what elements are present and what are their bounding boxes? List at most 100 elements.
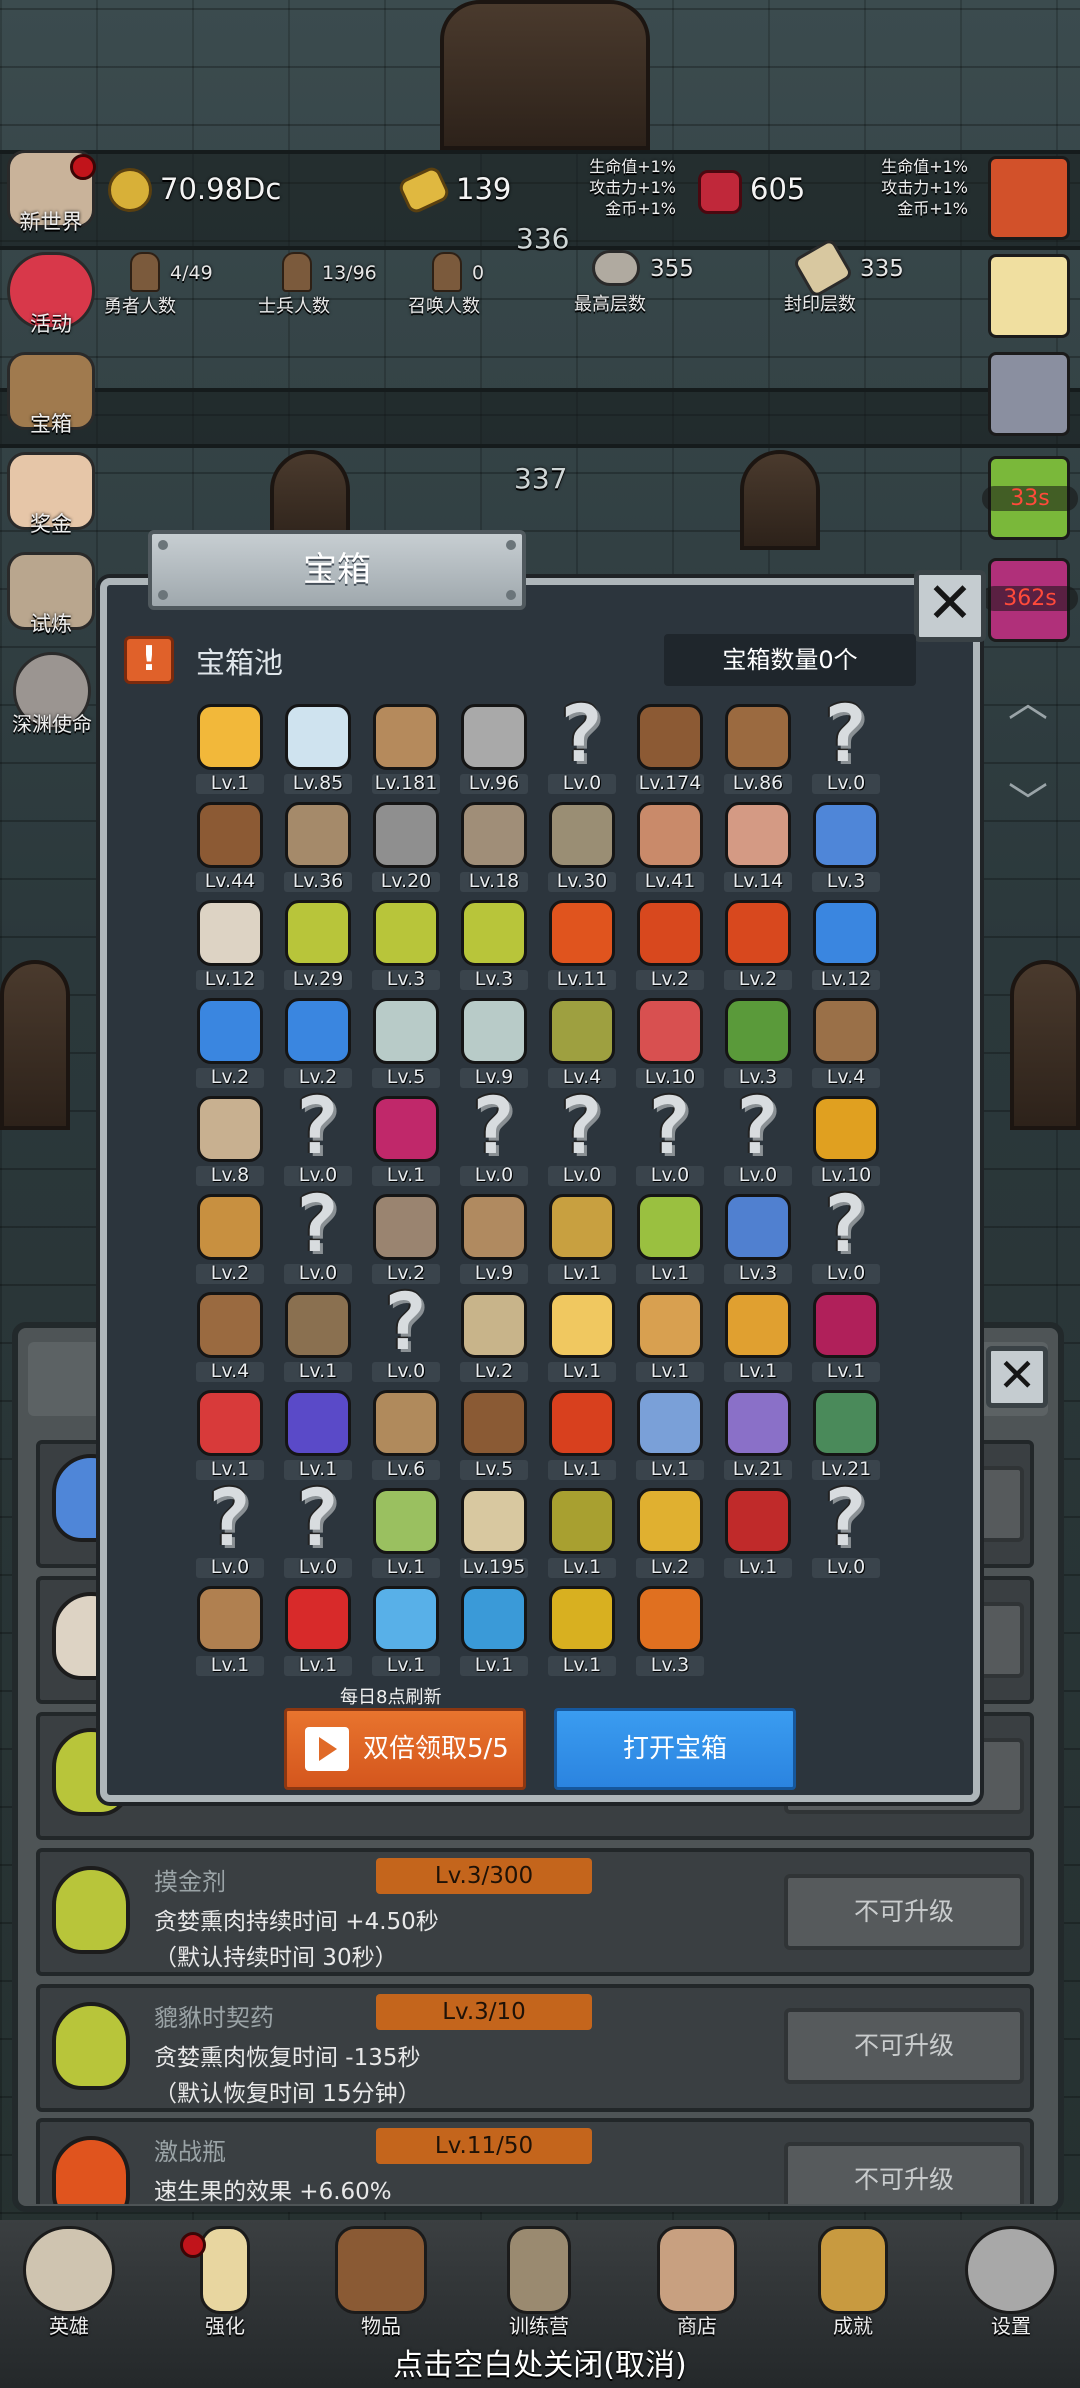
chest-pool-item[interactable]: Lv.44: [186, 798, 274, 896]
chest-pool-item[interactable]: Lv.8: [186, 1092, 274, 1190]
chest-pool-item[interactable]: Lv.1: [626, 1288, 714, 1386]
chest-pool-item[interactable]: Lv.174: [626, 700, 714, 798]
chest-pool-item[interactable]: Lv.0: [538, 1082, 626, 1190]
chest-pool-item[interactable]: Lv.2: [274, 994, 362, 1092]
chest-pool-item[interactable]: Lv.11: [538, 896, 626, 994]
menu-abyss-mission[interactable]: 深渊使命: [0, 652, 104, 737]
dialog-close-button[interactable]: ✕: [914, 570, 986, 642]
chest-pool-item[interactable]: Lv.30: [538, 798, 626, 896]
chest-pool-item[interactable]: Lv.2: [362, 1190, 450, 1288]
chest-pool-item[interactable]: Lv.10: [802, 1092, 890, 1190]
chest-pool-item[interactable]: Lv.1: [186, 1386, 274, 1484]
chest-pool-item[interactable]: Lv.14: [714, 798, 802, 896]
chest-pool-item[interactable]: Lv.3: [714, 994, 802, 1092]
chest-pool-item[interactable]: Lv.0: [450, 1082, 538, 1190]
chest-pool-item[interactable]: Lv.4: [802, 994, 890, 1092]
menu-events[interactable]: 活动: [4, 252, 98, 338]
chest-pool-item[interactable]: Lv.1: [186, 700, 274, 798]
chest-pool-item[interactable]: Lv.0: [274, 1082, 362, 1190]
chest-pool-item[interactable]: Lv.1: [538, 1582, 626, 1680]
chest-pool-item[interactable]: Lv.181: [362, 700, 450, 798]
chest-pool-item[interactable]: Lv.20: [362, 798, 450, 896]
menu-bonus[interactable]: 奖金: [4, 452, 98, 538]
chest-pool-item[interactable]: Lv.0: [802, 690, 890, 798]
nav-settings[interactable]: 设置: [956, 2226, 1066, 2339]
chest-pool-item[interactable]: Lv.9: [450, 994, 538, 1092]
chest-pool-item[interactable]: Lv.4: [186, 1288, 274, 1386]
chest-pool-item[interactable]: Lv.1: [714, 1484, 802, 1582]
chest-pool-item[interactable]: Lv.0: [802, 1180, 890, 1288]
chest-pool-item[interactable]: Lv.0: [802, 1474, 890, 1582]
chest-pool-item[interactable]: Lv.1: [626, 1190, 714, 1288]
nav-items[interactable]: 物品: [326, 2226, 436, 2339]
chest-pool-item[interactable]: Lv.4: [538, 994, 626, 1092]
chest-pool-item[interactable]: Lv.1: [538, 1288, 626, 1386]
chest-pool-item[interactable]: Lv.1: [538, 1386, 626, 1484]
chest-pool-item[interactable]: Lv.9: [450, 1190, 538, 1288]
chest-pool-item[interactable]: Lv.0: [274, 1474, 362, 1582]
chest-pool-item[interactable]: Lv.2: [186, 994, 274, 1092]
chest-pool-item[interactable]: Lv.1: [538, 1484, 626, 1582]
scroll-down-arrow[interactable]: ﹀: [988, 770, 1068, 830]
menu-chest[interactable]: 宝箱: [4, 352, 98, 438]
chest-pool-item[interactable]: Lv.85: [274, 700, 362, 798]
upgrade-panel-close-button[interactable]: ✕: [986, 1346, 1048, 1408]
chest-pool-item[interactable]: Lv.1: [714, 1288, 802, 1386]
double-claim-button[interactable]: 双倍领取5/5: [284, 1708, 526, 1790]
scroll-up-arrow[interactable]: ︿: [988, 670, 1068, 730]
chest-pool-item[interactable]: Lv.2: [186, 1190, 274, 1288]
chest-pool-item[interactable]: Lv.1: [274, 1288, 362, 1386]
chest-pool-item[interactable]: Lv.10: [626, 994, 714, 1092]
nav-achievements[interactable]: 成就: [798, 2226, 908, 2339]
chest-pool-item[interactable]: Lv.86: [714, 700, 802, 798]
meat-boost-icon[interactable]: [988, 352, 1070, 436]
chest-pool-item[interactable]: Lv.0: [538, 690, 626, 798]
chest-pool-item[interactable]: Lv.12: [186, 896, 274, 994]
chest-pool-item[interactable]: Lv.1: [538, 1190, 626, 1288]
nav-training[interactable]: 训练营: [484, 2226, 594, 2339]
chest-pool-item[interactable]: Lv.21: [714, 1386, 802, 1484]
chest-pool-item[interactable]: Lv.21: [802, 1386, 890, 1484]
chest-pool-item[interactable]: Lv.1: [362, 1092, 450, 1190]
chest-pool-item[interactable]: Lv.195: [450, 1484, 538, 1582]
chest-pool-item[interactable]: Lv.0: [714, 1082, 802, 1190]
chest-pool-item[interactable]: Lv.18: [450, 798, 538, 896]
candle-boost-icon[interactable]: [988, 254, 1070, 338]
chest-pool-item[interactable]: Lv.1: [362, 1484, 450, 1582]
open-chest-button[interactable]: 打开宝箱: [554, 1708, 796, 1790]
chest-pool-item[interactable]: Lv.2: [626, 1484, 714, 1582]
peach-boost-icon[interactable]: [988, 156, 1070, 240]
chest-pool-item[interactable]: Lv.29: [274, 896, 362, 994]
chest-pool-item[interactable]: Lv.3: [362, 896, 450, 994]
alert-icon[interactable]: !: [124, 636, 174, 684]
chest-pool-item[interactable]: Lv.5: [362, 994, 450, 1092]
chest-pool-item[interactable]: Lv.12: [802, 896, 890, 994]
menu-trial[interactable]: 试炼: [4, 552, 98, 638]
chest-pool-item[interactable]: Lv.3: [714, 1190, 802, 1288]
chest-pool-item[interactable]: Lv.36: [274, 798, 362, 896]
chest-pool-item[interactable]: Lv.0: [186, 1474, 274, 1582]
chest-pool-item[interactable]: Lv.1: [626, 1386, 714, 1484]
chest-pool-item[interactable]: Lv.6: [362, 1386, 450, 1484]
upgrade-button[interactable]: 不可升级: [784, 1874, 1024, 1950]
chest-pool-item[interactable]: Lv.1: [274, 1386, 362, 1484]
upgrade-button[interactable]: 不可升级: [784, 2008, 1024, 2084]
nav-heroes[interactable]: 英雄: [14, 2226, 124, 2339]
chest-pool-item[interactable]: Lv.1: [802, 1288, 890, 1386]
chest-pool-item[interactable]: Lv.3: [450, 896, 538, 994]
chest-pool-item[interactable]: Lv.96: [450, 700, 538, 798]
chest-pool-item[interactable]: Lv.1: [450, 1582, 538, 1680]
chest-pool-item[interactable]: Lv.2: [714, 896, 802, 994]
nav-shop[interactable]: 商店: [642, 2226, 752, 2339]
chest-pool-item[interactable]: Lv.41: [626, 798, 714, 896]
chest-pool-item[interactable]: Lv.2: [626, 896, 714, 994]
chest-pool-item[interactable]: Lv.1: [186, 1582, 274, 1680]
chest-pool-item[interactable]: Lv.0: [626, 1082, 714, 1190]
chest-pool-item[interactable]: Lv.2: [450, 1288, 538, 1386]
close-hint[interactable]: 点击空白处关闭(取消): [0, 2340, 1080, 2384]
chest-pool-item[interactable]: Lv.3: [802, 798, 890, 896]
chest-pool-item[interactable]: Lv.5: [450, 1386, 538, 1484]
chest-pool-item[interactable]: Lv.1: [362, 1582, 450, 1680]
chest-pool-item[interactable]: Lv.3: [626, 1582, 714, 1680]
chest-pool-item[interactable]: Lv.1: [274, 1582, 362, 1680]
